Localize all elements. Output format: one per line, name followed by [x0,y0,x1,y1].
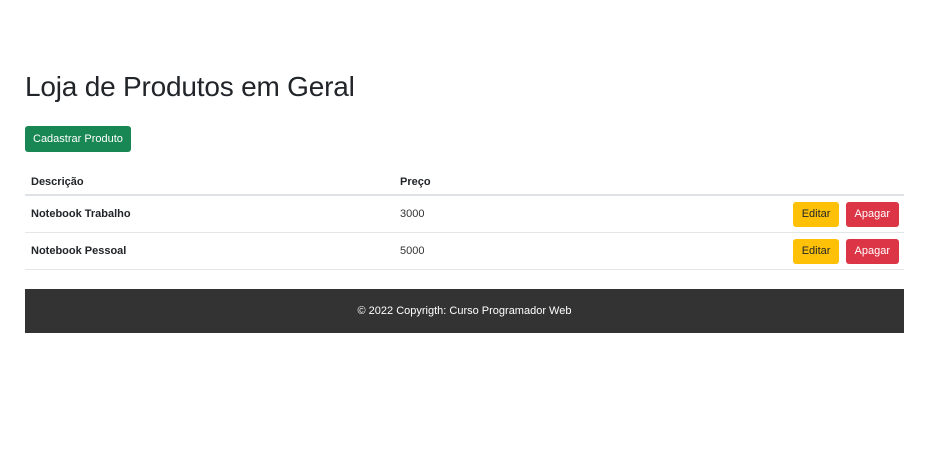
product-price: 3000 [394,195,526,233]
page-title: Loja de Produtos em Geral [25,71,355,102]
delete-button[interactable]: Apagar [845,238,899,264]
delete-button[interactable]: Apagar [845,201,899,227]
product-name: Notebook Trabalho [25,195,394,233]
table-row: Notebook Pessoal 5000 Editar Apagar [25,232,904,270]
header-price: Preço [394,170,526,196]
row-actions: Editar Apagar [526,232,904,270]
main-container: Loja de Produtos em Geral Cadastrar Prod… [25,70,904,270]
page: Loja de Produtos em Geral Cadastrar Prod… [0,0,928,450]
footer: © 2022 Copyrigth: Curso Programador Web [25,289,904,333]
add-product-button[interactable]: Cadastrar Produto [25,126,131,152]
table-header-row: Descrição Preço [25,170,904,196]
edit-button[interactable]: Editar [792,238,840,264]
table-body: Notebook Trabalho 3000 Editar Apagar Not… [25,195,904,270]
footer-copyright: © 2022 Copyrigth: Curso Programador Web [357,305,572,317]
product-name: Notebook Pessoal [25,232,394,270]
header-actions [526,170,904,196]
table-header: Descrição Preço [25,170,904,196]
table-row: Notebook Trabalho 3000 Editar Apagar [25,195,904,233]
edit-button[interactable]: Editar [792,201,840,227]
row-actions: Editar Apagar [526,195,904,233]
product-price: 5000 [394,232,526,270]
header-description: Descrição [25,170,394,196]
products-table: Descrição Preço Notebook Trabalho 3000 E… [25,170,904,270]
